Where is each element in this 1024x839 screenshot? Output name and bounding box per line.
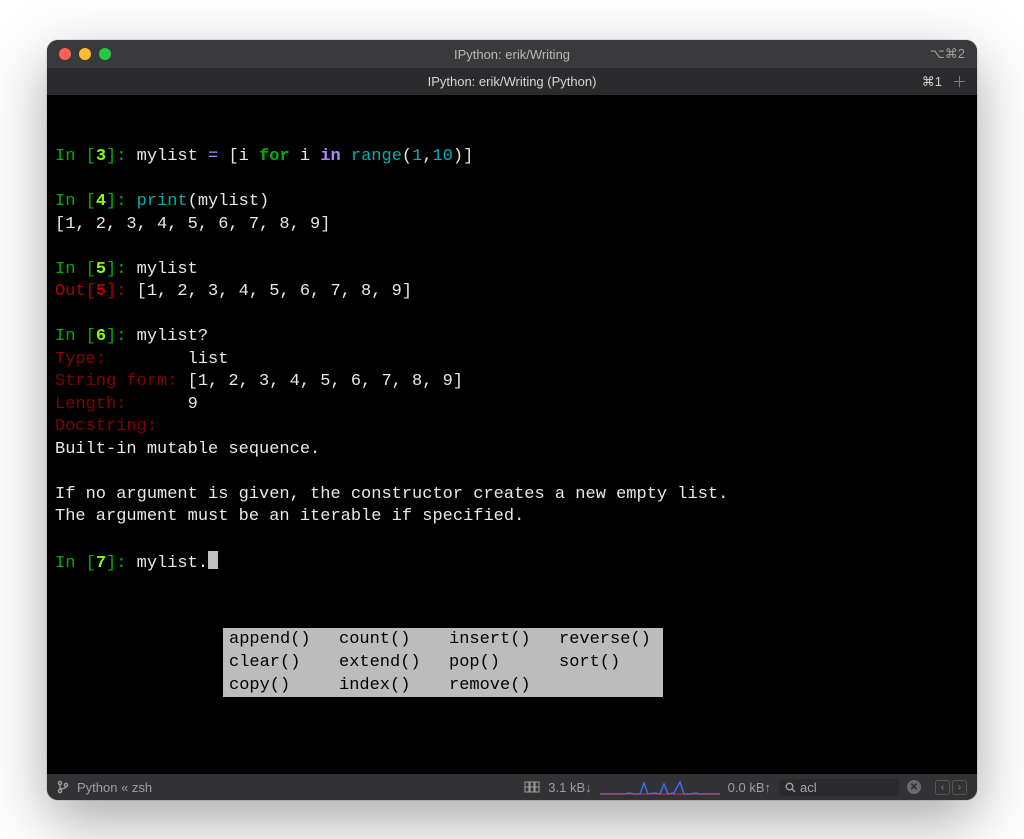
statusbar: Python « zsh 3.1 kB↓ 0.0 kB↑ acl ✕ ‹ › bbox=[47, 774, 977, 800]
terminal-body[interactable]: In [3]: mylist = [i for i in range(1,10)… bbox=[47, 96, 977, 774]
minimize-button[interactable] bbox=[79, 48, 91, 60]
terminal-line: In [3]: mylist = [i for i in range(1,10)… bbox=[55, 146, 969, 169]
terminal-line: String form: [1, 2, 3, 4, 5, 6, 7, 8, 9] bbox=[55, 371, 969, 394]
window-title: IPython: erik/Writing bbox=[454, 47, 570, 62]
completion-item[interactable]: count() bbox=[333, 628, 443, 651]
titlebar: IPython: erik/Writing ⌥⌘2 bbox=[47, 40, 977, 68]
titlebar-shortcut: ⌥⌘2 bbox=[930, 46, 965, 62]
search-pager: ‹ › bbox=[935, 780, 967, 795]
completion-popup[interactable]: append()count()insert()reverse() clear()e… bbox=[223, 628, 663, 697]
terminal-line bbox=[55, 461, 969, 484]
upload-rate: 0.0 kB↑ bbox=[728, 780, 771, 795]
terminal-line: Docstring: bbox=[55, 416, 969, 439]
search-prev-button[interactable]: ‹ bbox=[935, 780, 950, 795]
terminal-line: Out[5]: [1, 2, 3, 4, 5, 6, 7, 8, 9] bbox=[55, 281, 969, 304]
maximize-button[interactable] bbox=[99, 48, 111, 60]
new-tab-button[interactable]: ＋ bbox=[952, 71, 967, 92]
terminal-line: The argument must be an iterable if spec… bbox=[55, 506, 969, 529]
terminal-line: [1, 2, 3, 4, 5, 6, 7, 8, 9] bbox=[55, 214, 969, 237]
terminal-line: In [4]: print(mylist) bbox=[55, 191, 969, 214]
terminal-window: IPython: erik/Writing ⌥⌘2 IPython: erik/… bbox=[47, 40, 977, 800]
completion-item[interactable]: extend() bbox=[333, 651, 443, 674]
completion-item[interactable]: copy() bbox=[223, 674, 333, 697]
completion-item[interactable]: insert() bbox=[443, 628, 553, 651]
terminal-line: In [5]: mylist bbox=[55, 259, 969, 282]
terminal-line bbox=[55, 529, 969, 552]
terminal-line: In [6]: mylist? bbox=[55, 326, 969, 349]
traffic-lights bbox=[47, 48, 111, 60]
terminal-line: If no argument is given, the constructor… bbox=[55, 484, 969, 507]
completion-item[interactable]: index() bbox=[333, 674, 443, 697]
completion-item[interactable]: append() bbox=[223, 628, 333, 651]
completion-item[interactable]: clear() bbox=[223, 651, 333, 674]
terminal-line: Built-in mutable sequence. bbox=[55, 439, 969, 462]
tabbar: IPython: erik/Writing (Python) ⌘1 ＋ bbox=[47, 68, 977, 96]
completion-item[interactable]: remove() bbox=[443, 674, 553, 697]
terminal-line: Length: 9 bbox=[55, 394, 969, 417]
branch-icon bbox=[57, 780, 69, 794]
status-process: Python « zsh bbox=[77, 780, 152, 795]
tab-shortcut: ⌘1 bbox=[922, 74, 942, 90]
search-icon bbox=[785, 782, 796, 793]
tab-title[interactable]: IPython: erik/Writing (Python) bbox=[428, 74, 597, 89]
clear-search-button[interactable]: ✕ bbox=[907, 780, 921, 794]
completion-item[interactable]: pop() bbox=[443, 651, 553, 674]
completion-item[interactable]: reverse() bbox=[553, 628, 663, 651]
status-search[interactable]: acl bbox=[779, 779, 899, 796]
completion-item[interactable]: sort() bbox=[553, 651, 663, 674]
search-text: acl bbox=[800, 780, 817, 795]
terminal-line: In [7]: mylist. bbox=[55, 551, 969, 576]
close-button[interactable] bbox=[59, 48, 71, 60]
terminal-line bbox=[55, 169, 969, 192]
download-rate: 3.1 kB↓ bbox=[548, 780, 591, 795]
search-next-button[interactable]: › bbox=[952, 780, 967, 795]
network-sparkline bbox=[600, 779, 720, 795]
cursor bbox=[208, 551, 218, 569]
terminal-line: Type: list bbox=[55, 349, 969, 372]
terminal-line bbox=[55, 236, 969, 259]
network-icon bbox=[524, 781, 540, 793]
terminal-line bbox=[55, 304, 969, 327]
